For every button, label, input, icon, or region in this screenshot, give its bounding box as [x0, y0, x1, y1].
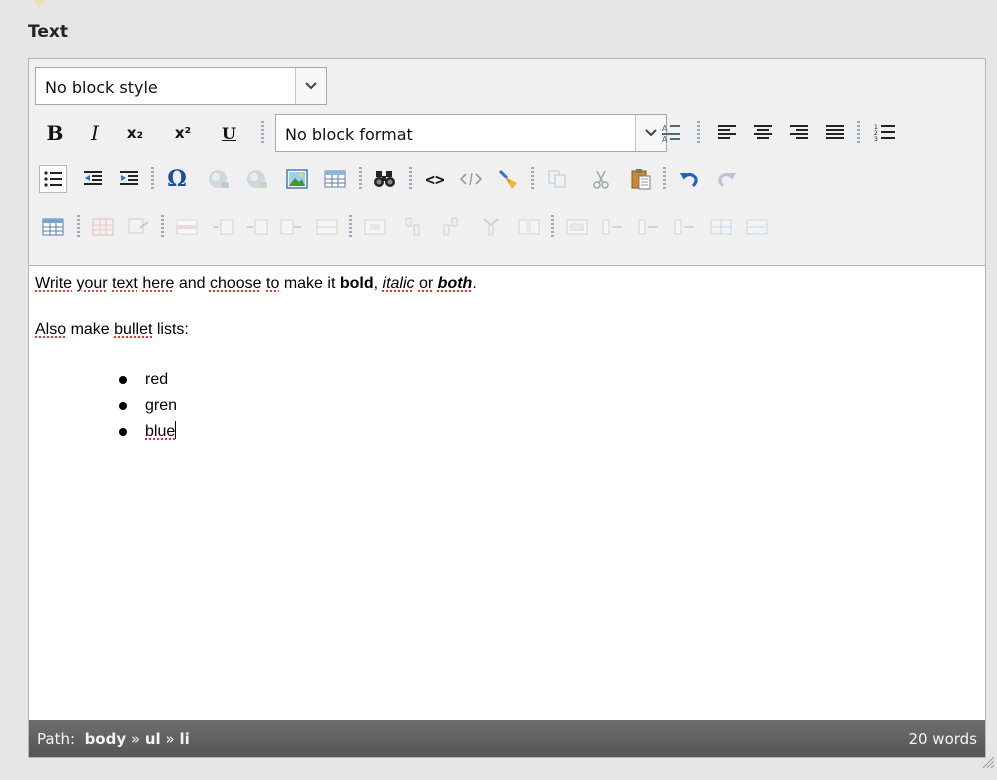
list-item: blue — [119, 419, 177, 445]
bold-button[interactable]: B — [41, 119, 69, 147]
subscript-button[interactable]: x₂ — [121, 119, 149, 147]
bold-word: bold — [339, 275, 374, 292]
field-label: Text — [28, 22, 68, 42]
undo-icon[interactable] — [675, 165, 703, 193]
table-row-props-icon[interactable] — [563, 213, 591, 241]
align-left-icon[interactable] — [713, 119, 741, 147]
toolbar-row-table — [29, 207, 985, 247]
toolbar-separator — [857, 121, 860, 145]
bullet-list: red gren blue — [119, 367, 177, 445]
toolbar-row-insert: Ω <> — [29, 159, 985, 199]
toolbar-separator — [161, 215, 164, 239]
paste-icon[interactable] — [627, 165, 655, 193]
toolbar-row-formatting: B I x₂ x² U No block format AA 1 2 3 — [29, 113, 985, 153]
paragraph-2: Also make bullet lists: — [35, 321, 189, 338]
block-format-select[interactable]: No block format — [275, 114, 667, 152]
insert-row-after-icon[interactable] — [243, 213, 271, 241]
svg-text:A: A — [662, 124, 668, 133]
chevron-down-icon[interactable] — [295, 68, 326, 104]
path-item-li[interactable]: li — [179, 730, 189, 748]
word-count: 20 words — [908, 730, 977, 748]
list-item: red — [119, 367, 177, 393]
delete-col-icon[interactable] — [477, 213, 505, 241]
underline-button[interactable]: U — [215, 119, 243, 147]
block-style-value: No block style — [45, 78, 158, 97]
toolbar-separator — [697, 121, 700, 145]
insert-table-icon[interactable] — [321, 165, 349, 193]
superscript-button[interactable]: x² — [169, 119, 197, 147]
editor-content-area[interactable]: Write your text here and choose to make … — [29, 265, 985, 721]
paragraph-1: Write your text here and choose to make … — [35, 275, 477, 292]
italic-button[interactable]: I — [81, 119, 109, 147]
merge-cells-icon[interactable] — [361, 213, 389, 241]
remove-format-icon[interactable]: AA — [657, 119, 685, 147]
editor-toolbar: No block style B I x₂ x² U No block form… — [29, 59, 985, 266]
block-style-select[interactable]: No block style — [35, 67, 327, 105]
table-merge-icon[interactable] — [743, 213, 771, 241]
toolbar-separator — [261, 121, 264, 145]
table-col-before-icon[interactable] — [599, 213, 627, 241]
indent-icon[interactable] — [115, 165, 143, 193]
insert-col-before-icon[interactable] — [399, 213, 427, 241]
toolbar-separator — [663, 167, 666, 191]
delete-table-icon[interactable] — [89, 213, 117, 241]
insert-col-after-icon[interactable] — [437, 213, 465, 241]
table-col-delete-icon[interactable] — [671, 213, 699, 241]
align-center-icon[interactable] — [749, 119, 777, 147]
path-item-body[interactable]: body — [85, 730, 127, 748]
toolbar-separator — [151, 167, 154, 191]
numbered-list-icon[interactable]: 123 — [871, 119, 899, 147]
find-icon[interactable] — [371, 165, 399, 193]
table-col-after-icon[interactable] — [635, 213, 663, 241]
delete-row-icon[interactable] — [277, 213, 305, 241]
split-cells-icon[interactable] — [313, 213, 341, 241]
align-justify-icon[interactable] — [821, 119, 849, 147]
toolbar-separator — [409, 167, 412, 191]
text-caret — [175, 421, 177, 439]
insert-row-before-icon[interactable] — [209, 213, 237, 241]
italic-word: italic — [382, 275, 415, 292]
toolbar-separator — [349, 215, 352, 239]
cut-icon[interactable] — [587, 165, 615, 193]
redo-icon[interactable] — [713, 165, 741, 193]
bold-italic-word: both — [437, 275, 473, 292]
outdent-icon[interactable] — [79, 165, 107, 193]
source-code-icon[interactable] — [457, 165, 485, 193]
special-character-icon[interactable]: Ω — [163, 165, 191, 193]
svg-text:3: 3 — [874, 136, 878, 143]
table-split-icon[interactable] — [707, 213, 735, 241]
cleanup-broom-icon[interactable] — [495, 165, 523, 193]
block-format-value: No block format — [285, 125, 413, 144]
cell-properties-icon[interactable] — [125, 213, 153, 241]
copy-icon[interactable] — [543, 165, 571, 193]
toolbar-separator — [359, 167, 362, 191]
resize-grip-icon[interactable] — [981, 755, 995, 769]
toolbar-separator — [551, 215, 554, 239]
link-icon[interactable] — [205, 165, 233, 193]
svg-text:A: A — [662, 135, 668, 144]
editor-statusbar: Path: body » ul » li 20 words — [29, 720, 985, 757]
path-item-ul[interactable]: ul — [145, 730, 161, 748]
column-properties-icon[interactable] — [515, 213, 543, 241]
bullet-list-icon[interactable] — [39, 165, 67, 193]
toolbar-separator — [77, 215, 80, 239]
list-item: gren — [119, 393, 177, 419]
table-properties-icon[interactable] — [39, 213, 67, 241]
rich-text-editor: No block style B I x₂ x² U No block form… — [28, 58, 995, 769]
insert-image-icon[interactable] — [283, 165, 311, 193]
unlink-icon[interactable] — [243, 165, 271, 193]
row-properties-icon[interactable] — [173, 213, 201, 241]
element-path: Path: body » ul » li — [37, 730, 190, 748]
toolbar-separator — [531, 167, 534, 191]
code-icon[interactable]: <> — [421, 165, 449, 193]
align-right-icon[interactable] — [785, 119, 813, 147]
corner-triangle-icon — [34, 0, 44, 8]
